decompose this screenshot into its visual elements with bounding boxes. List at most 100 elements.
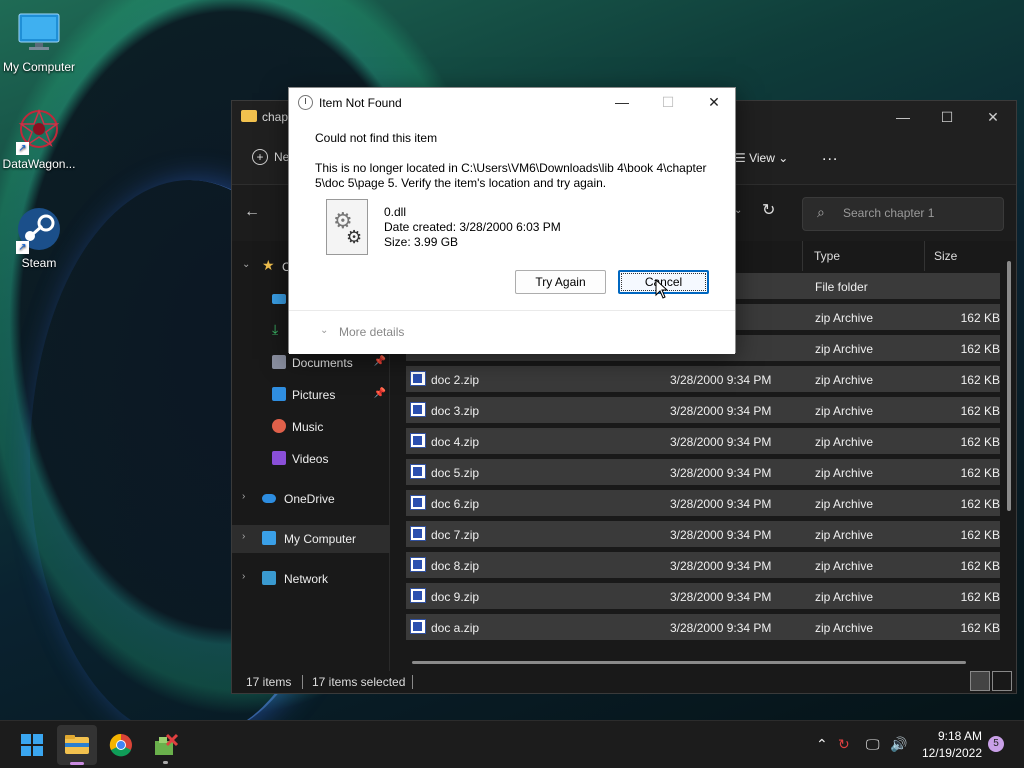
cell-date: 3/28/2000 9:34 PM bbox=[670, 528, 772, 542]
zip-file-icon bbox=[410, 619, 426, 634]
cell-type: zip Archive bbox=[815, 621, 874, 635]
table-row[interactable]: doc 7.zip 3/28/2000 9:34 PM zip Archive 162… bbox=[406, 521, 1000, 547]
close-button[interactable]: ✕ bbox=[970, 101, 1016, 133]
cell-type: zip Archive bbox=[815, 404, 874, 418]
cell-date: 3/28/2000 9:34 PM bbox=[670, 435, 772, 449]
cell-type: zip Archive bbox=[815, 373, 874, 387]
cell-name: doc 9.zip bbox=[431, 590, 480, 604]
shortcut-arrow-icon: ↗ bbox=[16, 241, 29, 254]
volume-icon[interactable]: 🔊 bbox=[890, 736, 907, 753]
notification-badge[interactable]: 5 bbox=[988, 736, 1004, 752]
desktop-icon bbox=[272, 294, 286, 304]
status-bar: 17 items 17 items selected bbox=[232, 671, 1016, 695]
cell-size: 162 KB bbox=[960, 528, 1000, 542]
app-tool-icon bbox=[155, 733, 179, 755]
status-divider bbox=[412, 675, 413, 689]
vertical-scrollbar[interactable] bbox=[1007, 261, 1011, 511]
details-view-icon[interactable] bbox=[970, 671, 990, 691]
selected-count: 17 items selected bbox=[312, 675, 406, 689]
view-button[interactable]: ☰ View ⌄ bbox=[735, 151, 788, 165]
nav-network[interactable]: › Network bbox=[232, 565, 390, 593]
zip-file-icon bbox=[410, 402, 426, 417]
cell-size: 162 KB bbox=[960, 342, 1000, 356]
tiles-view-icon[interactable] bbox=[992, 671, 1012, 691]
cell-type: zip Archive bbox=[815, 466, 874, 480]
new-button[interactable]: + Ne bbox=[252, 149, 289, 165]
shortcut-arrow-icon: ↗ bbox=[16, 142, 29, 155]
desktop-icon-datawagon[interactable]: ↗ DataWagon... bbox=[0, 107, 78, 171]
chevron-right-icon: › bbox=[242, 491, 246, 502]
item-not-found-dialog: Item Not Found — ☐ ✕ Could not find this… bbox=[288, 87, 736, 354]
taskbar-date[interactable]: 12/19/2022 bbox=[915, 746, 982, 760]
nav-pictures[interactable]: Pictures 📌 bbox=[232, 381, 390, 409]
cell-name: doc 7.zip bbox=[431, 528, 480, 542]
table-row[interactable]: doc 9.zip 3/28/2000 9:34 PM zip Archive 162… bbox=[406, 583, 1000, 609]
table-row[interactable]: doc 2.zip 3/28/2000 9:34 PM zip Archive 162… bbox=[406, 366, 1000, 392]
table-row[interactable]: doc a.zip 3/28/2000 9:34 PM zip Archive 162… bbox=[406, 614, 1000, 640]
desktop-icon-steam[interactable]: ↗ Steam bbox=[0, 206, 78, 270]
search-input[interactable]: ⌕ Search chapter 1 bbox=[802, 197, 1004, 231]
nav-videos[interactable]: Videos bbox=[232, 445, 390, 473]
zip-file-icon bbox=[410, 526, 426, 541]
cell-size: 162 KB bbox=[960, 466, 1000, 480]
music-icon bbox=[272, 419, 286, 433]
table-row[interactable]: doc 3.zip 3/28/2000 9:34 PM zip Archive 162… bbox=[406, 397, 1000, 423]
taskbar-time[interactable]: 9:18 AM bbox=[932, 729, 982, 743]
computer-icon bbox=[262, 531, 276, 545]
nav-label: Pictures bbox=[292, 388, 336, 402]
start-button[interactable] bbox=[12, 725, 52, 765]
table-row[interactable]: doc 8.zip 3/28/2000 9:34 PM zip Archive 162… bbox=[406, 552, 1000, 578]
table-row[interactable]: doc 4.zip 3/28/2000 9:34 PM zip Archive 162… bbox=[406, 428, 1000, 454]
minimize-button[interactable]: — bbox=[599, 88, 645, 118]
item-count: 17 items bbox=[246, 675, 292, 689]
search-placeholder: Search chapter 1 bbox=[843, 206, 935, 220]
refresh-icon[interactable]: ↻ bbox=[762, 200, 775, 220]
taskbar-app-tool[interactable] bbox=[145, 725, 185, 765]
dialog-title-bar[interactable]: Item Not Found — ☐ ✕ bbox=[289, 88, 735, 118]
taskbar-file-explorer[interactable] bbox=[57, 725, 97, 765]
dialog-title: Item Not Found bbox=[319, 96, 402, 110]
more-options-button[interactable]: ... bbox=[822, 147, 838, 165]
cell-type: zip Archive bbox=[815, 497, 874, 511]
view-label: View bbox=[749, 151, 775, 165]
sync-icon[interactable]: ↻ bbox=[838, 736, 850, 753]
cell-name: doc 8.zip bbox=[431, 559, 480, 573]
desktop-icon-my-computer[interactable]: My Computer bbox=[0, 10, 78, 74]
zip-file-icon bbox=[410, 464, 426, 479]
taskbar-chrome[interactable] bbox=[101, 725, 141, 765]
cell-size: 162 KB bbox=[960, 404, 1000, 418]
nav-label: Documents bbox=[292, 356, 353, 370]
status-divider bbox=[302, 675, 303, 689]
nav-music[interactable]: Music bbox=[232, 413, 390, 441]
cell-date: 3/28/2000 9:34 PM bbox=[670, 373, 772, 387]
cell-size: 162 KB bbox=[960, 497, 1000, 511]
nav-onedrive[interactable]: › OneDrive bbox=[232, 485, 390, 513]
pin-icon[interactable]: 📌 bbox=[374, 388, 386, 399]
pin-icon[interactable]: 📌 bbox=[374, 356, 386, 367]
show-hidden-icons-chevron-up-icon[interactable]: ⌃ bbox=[816, 736, 828, 753]
close-button[interactable]: ✕ bbox=[691, 88, 737, 118]
plus-icon: + bbox=[252, 149, 268, 165]
nav-my-computer[interactable]: › My Computer bbox=[232, 525, 390, 553]
search-icon: ⌕ bbox=[817, 204, 825, 220]
minimize-button[interactable]: — bbox=[880, 101, 926, 133]
cell-size: 162 KB bbox=[960, 311, 1000, 325]
network-status-icon[interactable]: 🖵 bbox=[866, 736, 880, 753]
desktop-icon-label: Steam bbox=[21, 256, 57, 270]
cell-size: 162 KB bbox=[960, 435, 1000, 449]
maximize-button[interactable]: ☐ bbox=[924, 101, 970, 133]
back-arrow-icon[interactable]: ← bbox=[244, 203, 260, 221]
column-separator[interactable] bbox=[924, 241, 925, 271]
table-row[interactable]: doc 5.zip 3/28/2000 9:34 PM zip Archive 162… bbox=[406, 459, 1000, 485]
column-separator[interactable] bbox=[802, 241, 803, 271]
try-again-button[interactable]: Try Again bbox=[515, 270, 606, 294]
cell-date: 3/28/2000 9:34 PM bbox=[670, 404, 772, 418]
horizontal-scrollbar[interactable] bbox=[412, 661, 966, 664]
zip-file-icon bbox=[410, 371, 426, 386]
column-header-size[interactable]: Size bbox=[934, 249, 957, 273]
table-row[interactable]: doc 6.zip 3/28/2000 9:34 PM zip Archive 162… bbox=[406, 490, 1000, 516]
chevron-down-icon[interactable]: ⌄ bbox=[320, 325, 328, 336]
dialog-message: Could not find this item bbox=[315, 131, 438, 145]
more-details-toggle[interactable]: More details bbox=[339, 325, 404, 339]
column-header-type[interactable]: Type bbox=[814, 249, 840, 273]
